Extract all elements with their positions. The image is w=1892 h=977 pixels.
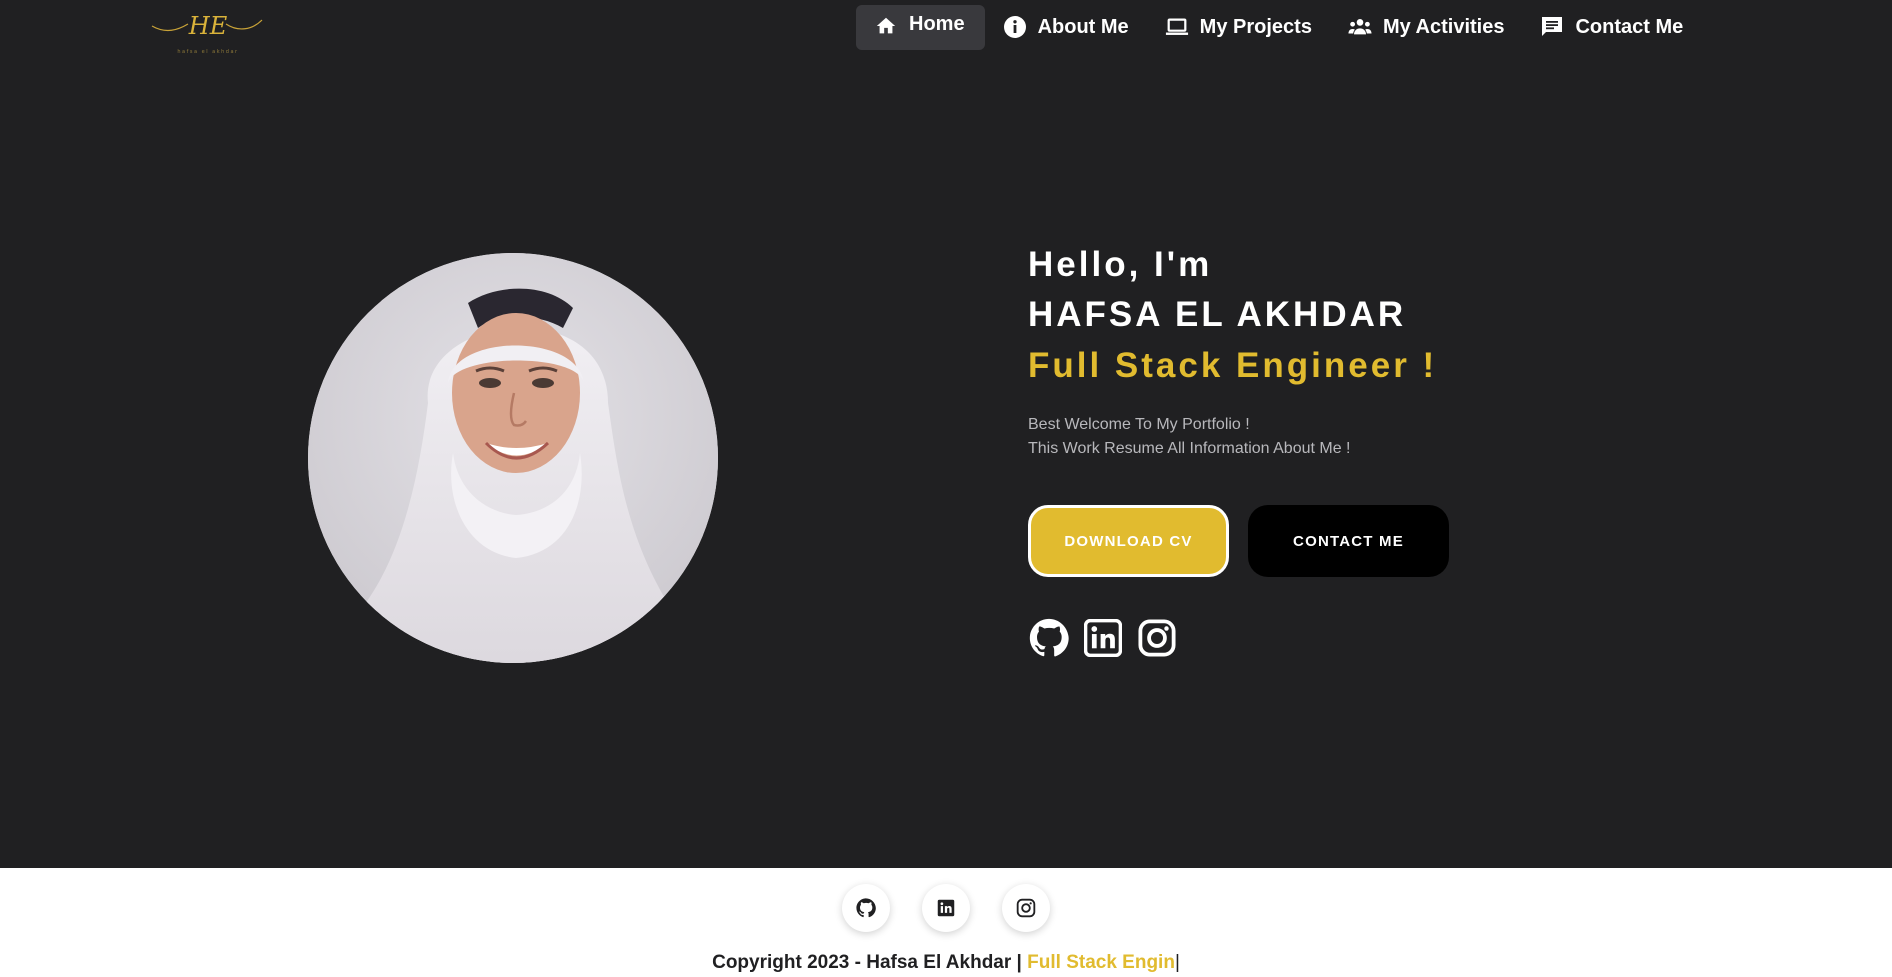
footer-github-icon[interactable] [842,884,890,932]
svg-text:HE: HE [188,12,228,40]
instagram-icon[interactable] [1136,617,1178,659]
github-icon[interactable] [1028,617,1070,659]
contact-me-button[interactable]: CONTACT ME [1248,505,1449,577]
nav-about[interactable]: About Me [985,4,1147,50]
welcome-line-1: Best Welcome To My Portfolio ! [1028,416,1250,433]
chat-icon [1540,15,1564,39]
hero-section: HE hafsa el akhdar Home About Me My Proj… [0,0,1892,868]
nav-activities[interactable]: My Activities [1330,4,1523,50]
copyright-text: Copyright 2023 - Hafsa El Akhdar | [712,952,1028,973]
hero-socials [1028,617,1190,659]
nav-activities-label: My Activities [1382,15,1505,38]
typing-cursor: | [1174,952,1180,973]
footer-linkedin-icon[interactable] [922,884,970,932]
nav-about-label: About Me [1037,15,1129,38]
intro-block: Hello, I'm HAFSA EL AKHDAR Full Stack En… [1028,240,1588,461]
footer-socials [842,884,1082,932]
cta-buttons: DOWNLOAD CV CONTACT ME [1028,505,1449,577]
profile-photo [308,253,718,663]
footer-instagram-icon[interactable] [1002,884,1050,932]
name-heading: HAFSA EL AKHDAR [1028,295,1407,334]
greeting: Hello, I'm [1028,245,1213,284]
copyright: Copyright 2023 - Hafsa El Akhdar | Full … [0,952,1892,974]
info-icon [1003,15,1027,39]
main-nav: Home About Me My Projects My Activities … [856,4,1701,50]
welcome-text: Best Welcome To My Portfolio ! This Work… [1028,413,1588,461]
laptop-icon [1165,15,1189,39]
logo[interactable]: HE hafsa el akhdar [148,6,266,60]
nav-contact-label: Contact Me [1575,15,1684,38]
nav-projects[interactable]: My Projects [1147,4,1330,50]
nav-contact[interactable]: Contact Me [1522,4,1701,50]
group-icon [1348,15,1372,39]
linkedin-icon[interactable] [1082,617,1124,659]
role-heading: Full Stack Engineer ! [1028,346,1438,385]
svg-text:hafsa el akhdar: hafsa el akhdar [177,49,238,55]
welcome-line-2: This Work Resume All Information About M… [1028,440,1351,457]
download-cv-button[interactable]: DOWNLOAD CV [1028,505,1229,577]
nav-projects-label: My Projects [1199,15,1312,38]
nav-home-label: Home [909,12,965,35]
home-icon [874,14,898,38]
nav-home[interactable]: Home [856,4,985,50]
copyright-typed-role: Full Stack Engin [1027,952,1175,973]
